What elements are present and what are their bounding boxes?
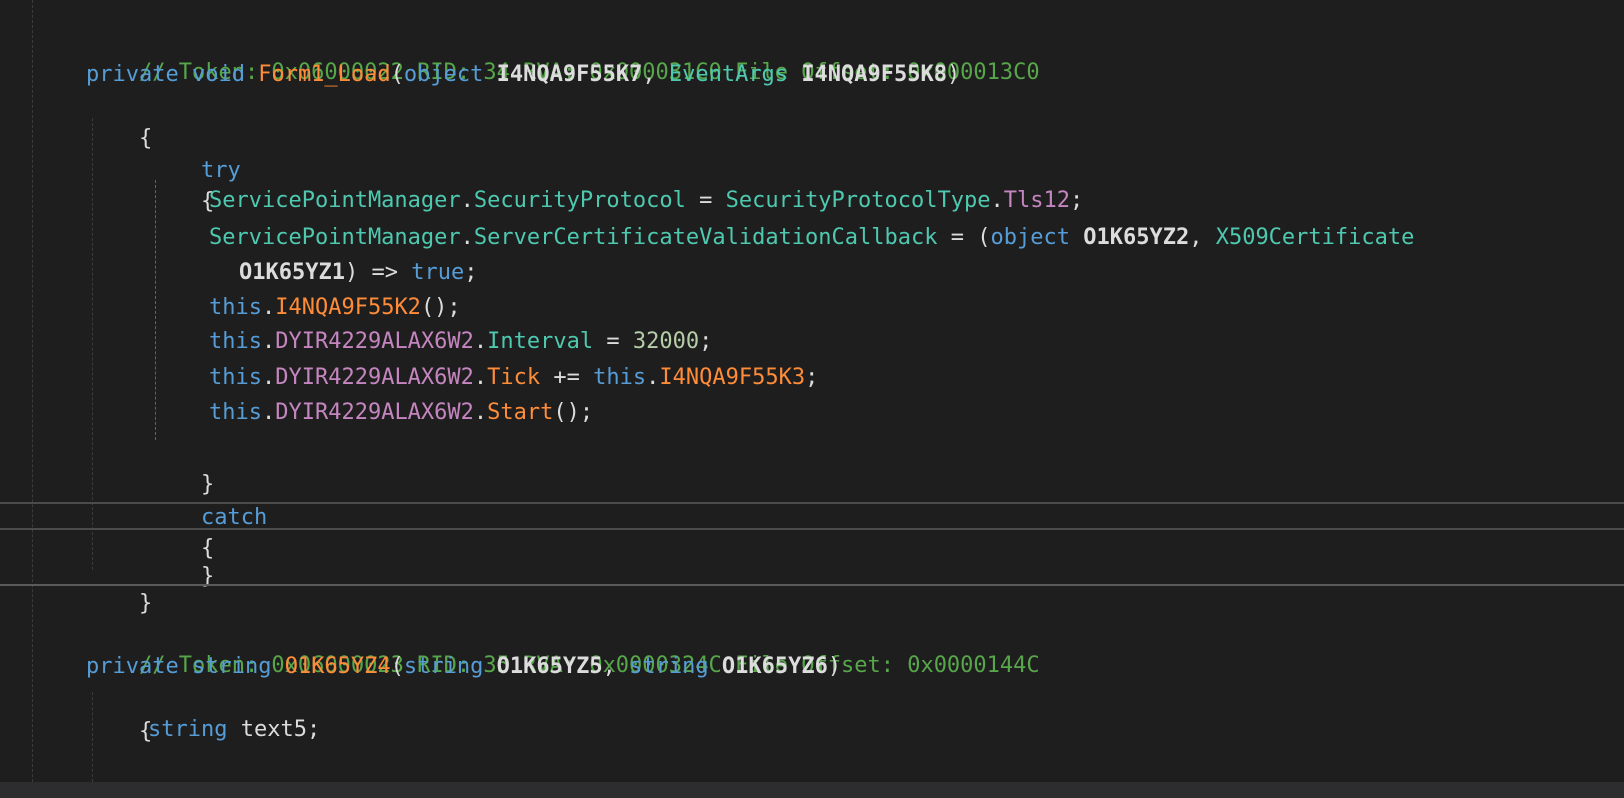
operator: += [540,365,594,390]
parameter-name[interactable]: O1K65YZ6 [722,654,828,679]
dot: . [460,225,474,250]
semicolon: ; [464,260,478,285]
current-line-highlight-top [0,502,1624,504]
comma: , [1189,225,1216,250]
dot: . [473,400,488,425]
code-line-brace[interactable]: } [148,526,214,589]
property-link[interactable]: Interval [487,329,593,354]
keyword-string: string [629,654,709,679]
keyword-this: this [209,295,262,320]
keyword-void: void [191,62,245,87]
indent-guide [32,0,33,782]
code-line-catch[interactable]: catch [148,467,267,530]
keyword-string: string [191,654,272,679]
field-link[interactable]: DYIR4229ALAX6W2 [275,400,474,425]
code-line-brace[interactable]: { [86,88,152,151]
dot: . [261,329,276,354]
dot: . [261,365,276,390]
code-line-method-signature[interactable]: private string O1K65YZ4(string O1K65YZ5,… [86,650,841,684]
dot: . [646,365,660,390]
type-link[interactable]: X509Certificate [1216,225,1415,250]
code-line-statement[interactable]: this.DYIR4229ALAX6W2.Interval = 32000; [209,325,712,359]
semicolon: ; [805,365,819,390]
method-separator [0,584,1624,586]
dot: . [990,188,1004,213]
horizontal-scrollbar[interactable] [0,782,1624,798]
operator: = [593,329,633,354]
method-name-link[interactable]: Form1_Load [258,62,390,87]
code-line-declaration[interactable]: string text5; [148,713,320,747]
code-line-continuation[interactable]: O1K65YZ1) => true; [239,256,477,290]
parameter-name[interactable]: O1K65YZ1 [239,260,345,285]
dot: . [261,400,276,425]
keyword-string: string [148,717,228,742]
keyword-this: this [209,329,262,354]
parameter-name[interactable]: O1K65YZ2 [1083,225,1189,250]
paren: ) [827,654,842,679]
code-line-method-signature[interactable]: private void Form1_Load(object I4NQA9F55… [86,58,960,92]
call-parens: (); [553,400,594,425]
enum-member-link[interactable]: Tls12 [1004,188,1070,213]
keyword-this: this [593,365,647,390]
method-name-link[interactable]: Start [487,400,553,425]
keyword-true: true [411,260,465,285]
parameter-name[interactable]: O1K65YZ5 [497,654,603,679]
paren: ) [947,62,961,87]
keyword-this: this [209,365,262,390]
field-link[interactable]: DYIR4229ALAX6W2 [275,329,474,354]
code-line-statement[interactable]: this.I4NQA9F55K2(); [209,291,461,325]
field-link[interactable]: DYIR4229ALAX6W2 [275,365,474,390]
code-line-brace[interactable]: { [148,151,214,214]
keyword-private: private [86,654,179,679]
code-line-brace[interactable]: { [86,681,152,744]
dot: . [261,295,276,320]
code-line-statement[interactable]: ServicePointManager.SecurityProtocol = S… [209,184,1083,218]
dot: . [473,365,488,390]
code-line-brace[interactable]: } [86,553,152,616]
code-line-comment[interactable]: // Token: 0x06000022 RID: 34 RVA: 0x0000… [86,22,1040,85]
call-parens: (); [420,295,461,320]
number-literal: 32000 [632,329,700,354]
paren: ( [390,62,404,87]
keyword-this: this [209,400,262,425]
semicolon: ; [699,329,713,354]
semicolon: ; [1069,188,1084,213]
type-link[interactable]: SecurityProtocolType [726,188,991,213]
operator: = [685,188,726,213]
code-line-try[interactable]: try [148,750,241,798]
property-link[interactable]: ServerCertificateValidationCallback [474,225,938,250]
current-line-highlight-bottom [0,528,1624,530]
method-name-link[interactable]: I4NQA9F55K2 [275,295,421,320]
keyword-string: string [403,654,484,679]
event-link[interactable]: Tick [487,365,540,390]
type-link[interactable]: ServicePointManager [209,188,461,213]
dot: . [460,188,474,213]
keyword-private: private [86,62,179,87]
type-link[interactable]: EventArgs [669,62,788,87]
code-line-brace[interactable]: } [148,434,214,497]
code-line-statement[interactable]: this.DYIR4229ALAX6W2.Tick += this.I4NQA9… [209,361,818,395]
operator: ) => [344,260,412,285]
code-line-comment[interactable]: // Token: 0x06000023 RID: 35 RVA: 0x0000… [86,615,1040,678]
keyword-object: object [403,62,484,87]
paren: ( [390,654,404,679]
comma: , [642,62,669,87]
variable-declaration: text5; [227,717,321,742]
dot: . [473,329,488,354]
type-link[interactable]: ServicePointManager [209,225,461,250]
code-line-statement[interactable]: this.DYIR4229ALAX6W2.Start(); [209,396,593,430]
parameter-name[interactable]: I4NQA9F55K7 [497,62,643,87]
property-link[interactable]: SecurityProtocol [474,188,686,213]
operator: = ( [937,225,991,250]
keyword-object: object [990,225,1070,250]
code-editor[interactable]: // Token: 0x06000022 RID: 34 RVA: 0x0000… [0,0,1624,798]
method-name-link[interactable]: O1K65YZ4 [285,654,391,679]
code-line-try[interactable]: try [148,120,241,183]
comma: , [602,654,630,679]
method-name-link[interactable]: I4NQA9F55K3 [659,365,805,390]
brace: } [138,591,153,616]
code-line-statement[interactable]: ServicePointManager.ServerCertificateVal… [209,221,1414,255]
parameter-name[interactable]: I4NQA9F55K8 [801,62,947,87]
